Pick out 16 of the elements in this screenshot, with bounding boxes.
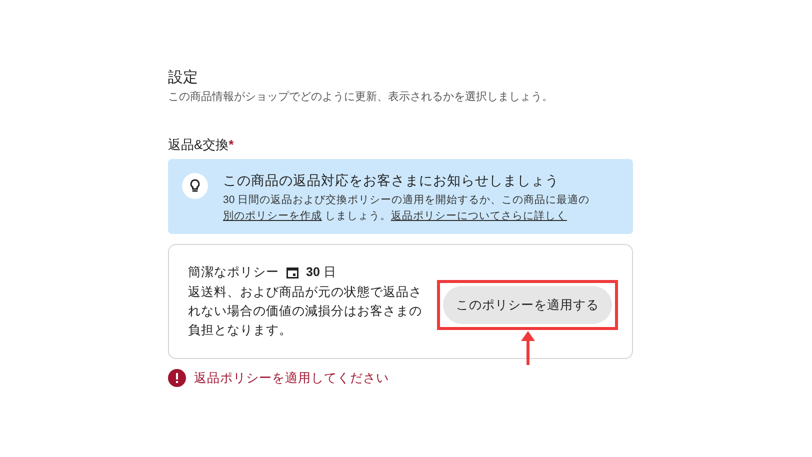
learn-more-link[interactable]: 返品ポリシーについてさらに詳しく [390, 210, 567, 222]
policy-description: 返送料、および商品が元の状態で返品されない場合の価値の減損分はお客さまの負担となります。 [188, 284, 423, 339]
policy-name: 簡潔なポリシー [188, 264, 279, 281]
policy-days: 30 日 [306, 263, 336, 281]
required-mark: * [228, 136, 234, 154]
section-title: 設定 [168, 68, 199, 88]
banner-text: 30 日間の返品および交換ポリシーの適用を開始するか、この商品に最適の 別のポリシーを作成 しましょう。返品ポリシーについてさらに詳しく [223, 193, 591, 224]
create-policy-link[interactable]: 別のポリシーを作成 [223, 210, 322, 222]
error-icon [168, 369, 186, 388]
error-message: 返品ポリシーを適用してください [194, 370, 389, 387]
apply-policy-button[interactable]: このポリシーを適用する [443, 286, 612, 324]
section-description: この商品情報がショップでどのように更新、表示されるかを選択しましょう。 [168, 90, 554, 105]
field-label: 返品&交換 [168, 136, 229, 154]
calendar-icon [286, 266, 299, 278]
lightbulb-icon [182, 173, 208, 199]
banner-title: この商品の返品対応をお客さまにお知らせしましょう [223, 172, 560, 190]
